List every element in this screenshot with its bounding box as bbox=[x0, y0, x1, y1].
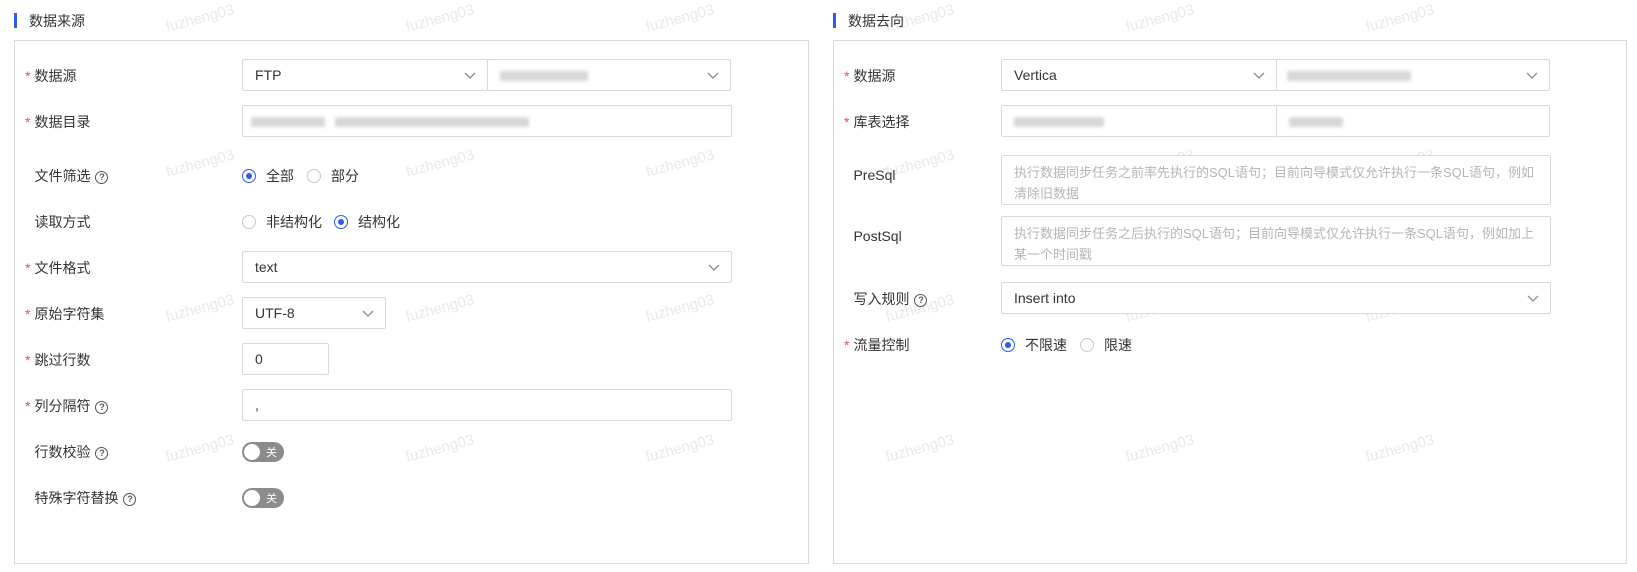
target-postsql-row: *PostSql 执行数据同步任务之后执行的SQL语句；目前向导模式仅允许执行一… bbox=[834, 216, 1626, 266]
section-accent-bar bbox=[14, 13, 17, 28]
source-skip-rows-input[interactable]: 0 bbox=[242, 343, 329, 375]
source-file-format-row: * 文件格式 text bbox=[15, 251, 808, 283]
radio-flow-unlimited[interactable]: 不限速 bbox=[1001, 335, 1067, 355]
source-file-filter-label: *文件筛选? bbox=[25, 166, 109, 186]
target-flow-control-row: * 流量控制 不限速 限速 bbox=[834, 328, 1626, 360]
source-column-separator-row: * 列分隔符? , bbox=[15, 389, 808, 421]
target-table-select[interactable] bbox=[1276, 105, 1550, 137]
blurred-value bbox=[1289, 117, 1343, 127]
target-table-select-row: * 库表选择 bbox=[834, 105, 1626, 137]
chevron-down-icon bbox=[1526, 72, 1538, 79]
chevron-down-icon bbox=[707, 72, 719, 79]
chevron-down-icon bbox=[1253, 72, 1265, 79]
source-read-mode-row: *读取方式 非结构化 结构化 bbox=[15, 205, 808, 237]
source-column-separator-input[interactable]: , bbox=[242, 389, 732, 421]
source-charset-select[interactable]: UTF-8 bbox=[242, 297, 386, 329]
source-section-title: 数据来源 bbox=[29, 13, 85, 29]
source-datasource-row: * 数据源 FTP bbox=[15, 59, 808, 91]
blurred-value bbox=[335, 117, 529, 127]
target-write-rule-select[interactable]: Insert into bbox=[1001, 282, 1551, 314]
source-directory-label: * 数据目录 bbox=[25, 114, 91, 130]
source-directory-input[interactable] bbox=[242, 105, 732, 137]
help-icon[interactable]: ? bbox=[95, 171, 109, 184]
help-icon[interactable]: ? bbox=[95, 401, 109, 414]
source-skip-rows-label: * 跳过行数 bbox=[25, 352, 91, 368]
target-flow-control-label: * 流量控制 bbox=[844, 337, 910, 353]
chevron-down-icon bbox=[708, 264, 720, 271]
help-icon[interactable]: ? bbox=[95, 447, 109, 460]
source-special-char-row: *特殊字符替换? 关 bbox=[15, 481, 808, 513]
target-presql-textarea[interactable]: 执行数据同步任务之前率先执行的SQL语句；目前向导模式仅允许执行一条SQL语句，… bbox=[1001, 155, 1551, 205]
target-datasource-type-select[interactable]: Vertica bbox=[1001, 59, 1277, 91]
target-write-rule-row: *写入规则? Insert into bbox=[834, 282, 1626, 314]
source-panel: *数据源 FTP *数据目录 *文件筛选? 全部 部分 *读取方式 非结 bbox=[14, 40, 809, 564]
target-section-header: 数据去向 bbox=[833, 0, 1627, 40]
target-datasource-label: * 数据源 bbox=[844, 68, 896, 84]
target-database-select[interactable] bbox=[1001, 105, 1277, 137]
special-char-toggle[interactable]: 关 bbox=[242, 488, 284, 508]
chevron-down-icon bbox=[464, 72, 476, 79]
help-icon[interactable]: ? bbox=[123, 493, 137, 506]
blurred-value bbox=[1014, 117, 1104, 127]
target-postsql-textarea[interactable]: 执行数据同步任务之后执行的SQL语句；目前向导模式仅允许执行一条SQL语句，例如… bbox=[1001, 216, 1551, 266]
source-directory-row: * 数据目录 bbox=[15, 105, 808, 137]
target-datasource-instance-select[interactable] bbox=[1276, 59, 1550, 91]
source-read-mode-label: *读取方式 bbox=[34, 214, 91, 230]
blurred-value bbox=[500, 71, 588, 81]
help-icon[interactable]: ? bbox=[914, 294, 928, 307]
target-table-select-label: * 库表选择 bbox=[844, 114, 910, 130]
blurred-value bbox=[1287, 71, 1411, 81]
radio-file-filter-partial[interactable]: 部分 bbox=[307, 166, 359, 186]
chevron-down-icon bbox=[1527, 295, 1539, 302]
target-presql-label: *PreSql bbox=[853, 167, 896, 183]
radio-read-mode-unstructured[interactable]: 非结构化 bbox=[242, 212, 322, 232]
source-file-format-label: * 文件格式 bbox=[25, 260, 91, 276]
source-section-header: 数据来源 bbox=[14, 0, 809, 40]
target-postsql-label: *PostSql bbox=[853, 228, 902, 244]
source-charset-label: * 原始字符集 bbox=[25, 306, 105, 322]
source-special-char-label: *特殊字符替换? bbox=[25, 488, 137, 508]
source-row-check-label: *行数校验? bbox=[25, 442, 109, 462]
source-file-format-select[interactable]: text bbox=[242, 251, 732, 283]
target-datasource-row: * 数据源 Vertica bbox=[834, 59, 1626, 91]
section-accent-bar bbox=[833, 13, 836, 28]
target-section: 数据去向 *数据源 Vertica *库表选择 *PreSql bbox=[833, 0, 1627, 564]
source-row-check-row: *行数校验? 关 bbox=[15, 435, 808, 467]
target-section-title: 数据去向 bbox=[848, 13, 904, 29]
row-check-toggle[interactable]: 关 bbox=[242, 442, 284, 462]
source-datasource-type-select[interactable]: FTP bbox=[242, 59, 488, 91]
radio-read-mode-structured[interactable]: 结构化 bbox=[334, 212, 400, 232]
source-datasource-label: * 数据源 bbox=[25, 68, 77, 84]
target-write-rule-label: *写入规则? bbox=[844, 289, 928, 309]
source-section: 数据来源 *数据源 FTP *数据目录 *文件筛选? 全部 部分 bbox=[14, 0, 809, 564]
radio-file-filter-all[interactable]: 全部 bbox=[242, 166, 294, 186]
chevron-down-icon bbox=[362, 310, 374, 317]
source-file-filter-row: *文件筛选? 全部 部分 bbox=[15, 159, 808, 191]
target-presql-row: *PreSql 执行数据同步任务之前率先执行的SQL语句；目前向导模式仅允许执行… bbox=[834, 155, 1626, 205]
radio-flow-limited[interactable]: 限速 bbox=[1080, 335, 1132, 355]
blurred-value bbox=[251, 117, 325, 127]
source-skip-rows-row: * 跳过行数 0 bbox=[15, 343, 808, 375]
source-charset-row: * 原始字符集 UTF-8 bbox=[15, 297, 808, 329]
source-column-separator-label: * 列分隔符? bbox=[25, 396, 109, 416]
source-datasource-instance-select[interactable] bbox=[487, 59, 731, 91]
target-panel: *数据源 Vertica *库表选择 *PreSql 执行数据同步任务之前率先执… bbox=[833, 40, 1627, 564]
